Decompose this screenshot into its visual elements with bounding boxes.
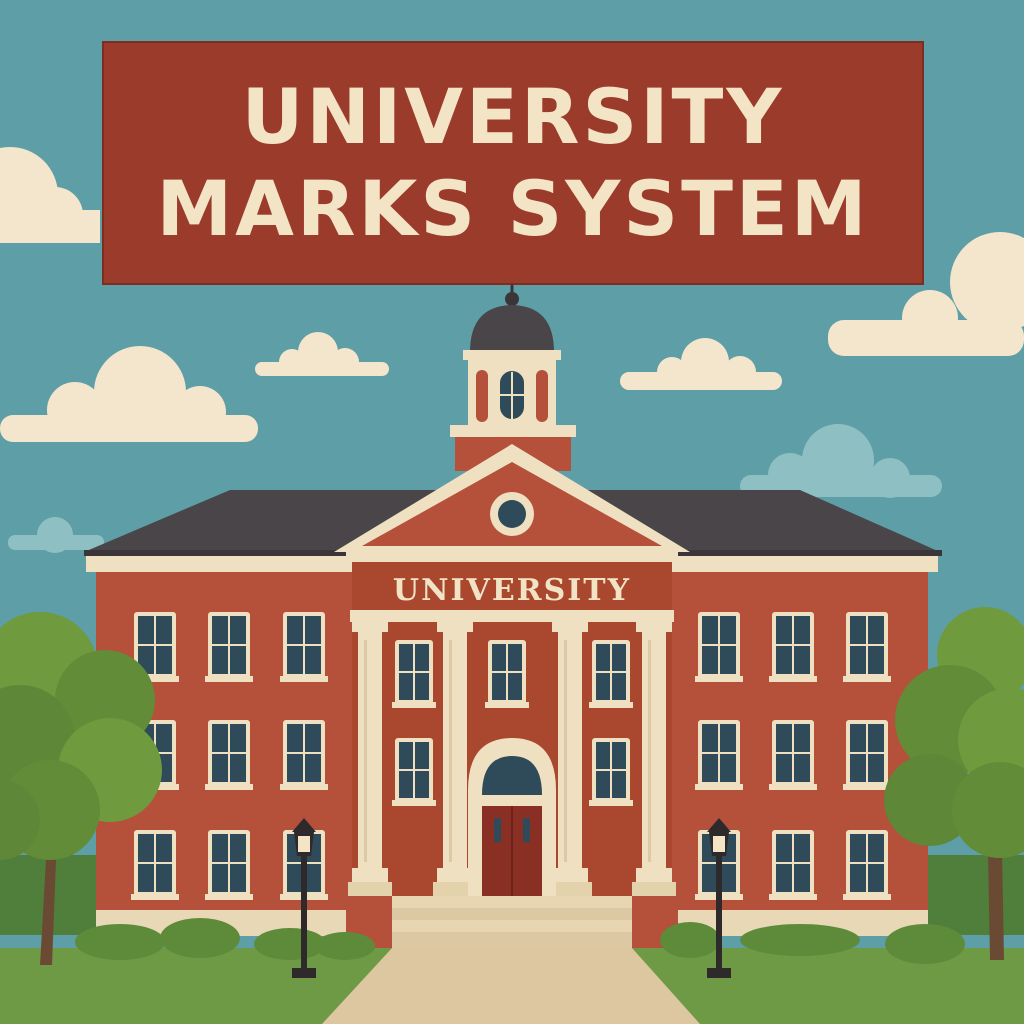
window: [843, 720, 891, 790]
window: [205, 720, 253, 790]
window: [695, 720, 743, 790]
window: [392, 738, 436, 806]
window: [695, 612, 743, 682]
cupola-niche-right: [536, 370, 548, 422]
window: [589, 640, 633, 708]
window: [485, 640, 529, 708]
title-banner: UNIVERSITY MARKS SYSTEM: [102, 41, 924, 285]
window: [205, 830, 253, 900]
cupola-finial: [505, 292, 519, 306]
window: [392, 640, 436, 708]
title-line-1: UNIVERSITY: [241, 72, 785, 161]
window: [769, 720, 817, 790]
window: [280, 612, 328, 682]
title-line-2: MARKS SYSTEM: [156, 164, 870, 253]
cupola-niche-left: [476, 370, 488, 422]
entrance-steps: [380, 896, 644, 948]
window: [131, 830, 179, 900]
entablature: [346, 552, 678, 562]
window: [280, 720, 328, 790]
window: [205, 612, 253, 682]
window: [769, 612, 817, 682]
window: [843, 830, 891, 900]
window: [769, 830, 817, 900]
cupola-ring: [463, 350, 561, 360]
cupola-base-trim: [450, 425, 576, 437]
building-sign: UNIVERSITY: [392, 572, 632, 608]
window: [843, 612, 891, 682]
window: [589, 738, 633, 806]
